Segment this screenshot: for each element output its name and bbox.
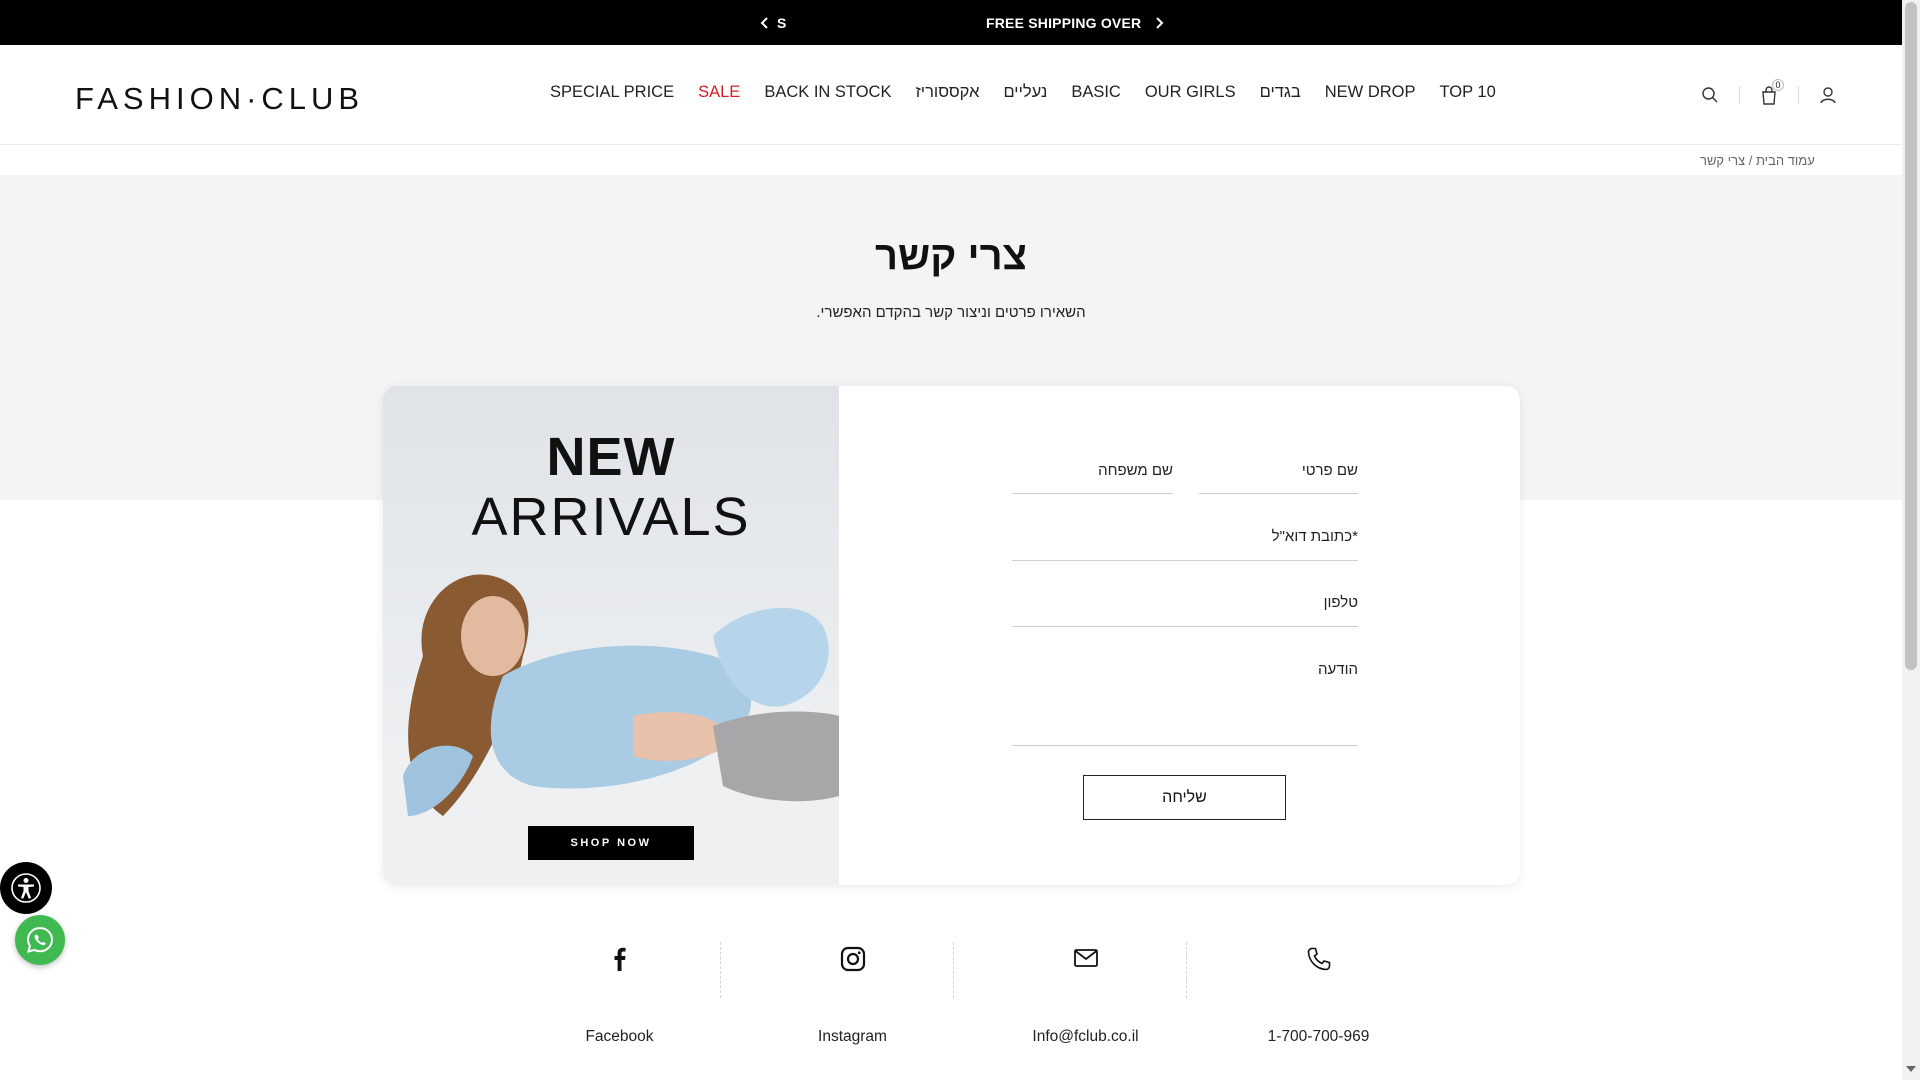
announcement-text: FREE SHIPPING OVER — [986, 14, 1142, 31]
contact-phone[interactable]: 1-700-700-969 — [1202, 942, 1435, 1052]
page-subtitle: השאירו פרטים וניצור קשר בהקדם האפשרי. — [816, 304, 1086, 321]
accessibility-icon[interactable] — [10, 872, 42, 904]
mail-icon[interactable] — [1073, 946, 1099, 970]
first-name-field[interactable]: שם פרטי — [1199, 462, 1358, 494]
announcement-next[interactable]: FREE SHIPPING OVER — [986, 0, 1164, 45]
page-title: צרי קשר — [875, 234, 1027, 278]
whatsapp-button[interactable] — [15, 915, 65, 965]
email-label[interactable]: Info@fclub.co.il — [969, 1028, 1202, 1046]
nav-basic[interactable]: BASIC — [1071, 83, 1121, 102]
whatsapp-icon[interactable] — [25, 925, 55, 955]
nav-sale[interactable]: SALE — [698, 83, 740, 102]
instagram-label[interactable]: Instagram — [736, 1028, 969, 1046]
phone-icon[interactable] — [1306, 946, 1332, 972]
page: S FREE SHIPPING OVER FASHION·CLUB SPECIA… — [0, 0, 1920, 1080]
contact-email[interactable]: Info@fclub.co.il — [969, 942, 1202, 1052]
nav-accessories[interactable]: אקססוריז — [915, 83, 979, 102]
header-divider — [1739, 86, 1740, 104]
nav-new-drop[interactable]: NEW DROP — [1325, 83, 1416, 102]
contact-form: שם פרטי שם משפחה *כתובת דוא"ל טלפון הודע… — [839, 386, 1520, 885]
nav-our-girls[interactable]: OUR GIRLS — [1145, 83, 1236, 102]
contact-divider — [720, 942, 721, 998]
announcement-text-left: S — [777, 14, 787, 31]
nav-top-10[interactable]: TOP 10 — [1440, 83, 1496, 102]
phone-label[interactable]: 1-700-700-969 — [1202, 1028, 1435, 1046]
contact-card: NEW ARRIVALS SHOP NOW שם פרטי שם משפחה *… — [383, 386, 1520, 885]
main-nav: SPECIAL PRICE SALE BACK IN STOCK אקססורי… — [550, 83, 1496, 102]
search-icon[interactable] — [1698, 83, 1722, 107]
site-header: FASHION·CLUB SPECIAL PRICE SALE BACK IN … — [0, 45, 1902, 145]
contact-facebook[interactable]: Facebook — [503, 942, 736, 1052]
scroll-down-arrow-icon[interactable] — [1906, 1066, 1916, 1072]
page-scrollbar[interactable] — [1902, 0, 1920, 1080]
breadcrumb[interactable]: עמוד הבית / צרי קשר — [1700, 153, 1828, 168]
instagram-icon[interactable] — [840, 946, 866, 972]
facebook-icon[interactable] — [608, 946, 632, 972]
site-logo[interactable]: FASHION·CLUB — [75, 81, 364, 117]
nav-clothes[interactable]: בגדים — [1260, 83, 1301, 102]
nav-shoes[interactable]: נעליים — [1003, 83, 1047, 102]
cart-button[interactable]: 0 — [1757, 79, 1784, 107]
user-icon[interactable] — [1816, 83, 1840, 107]
contact-links: Facebook Instagram Info@fclub.co.il 1-70… — [503, 942, 1435, 1052]
header-actions: 0 — [1698, 79, 1840, 107]
chevron-left-icon[interactable] — [760, 16, 769, 29]
promo-headline-2: ARRIVALS — [471, 487, 751, 547]
chevron-right-icon[interactable] — [1155, 16, 1164, 29]
accessibility-button[interactable] — [0, 862, 52, 914]
shop-now-button[interactable]: SHOP NOW — [528, 826, 694, 860]
announcement-prev[interactable]: S — [760, 0, 787, 45]
contact-instagram[interactable]: Instagram — [736, 942, 969, 1052]
contact-divider — [953, 942, 954, 998]
announcement-bar: S FREE SHIPPING OVER — [0, 0, 1902, 45]
email-field[interactable]: *כתובת דוא"ל — [1012, 528, 1358, 561]
promo-headline-1: NEW — [546, 427, 676, 487]
scrollbar-thumb[interactable] — [1905, 2, 1917, 670]
nav-back-in-stock[interactable]: BACK IN STOCK — [764, 83, 891, 102]
phone-field[interactable]: טלפון — [1012, 594, 1358, 627]
nav-special-price[interactable]: SPECIAL PRICE — [550, 83, 674, 102]
submit-button[interactable]: שליחה — [1083, 775, 1286, 820]
message-field[interactable]: הודעה — [1012, 661, 1358, 746]
last-name-field[interactable]: שם משפחה — [1012, 462, 1173, 494]
facebook-label[interactable]: Facebook — [503, 1028, 736, 1046]
promo-banner[interactable]: NEW ARRIVALS SHOP NOW — [383, 386, 839, 885]
contact-divider — [1186, 942, 1187, 998]
header-divider — [1798, 86, 1799, 104]
cart-count-badge: 0 — [1772, 79, 1784, 91]
